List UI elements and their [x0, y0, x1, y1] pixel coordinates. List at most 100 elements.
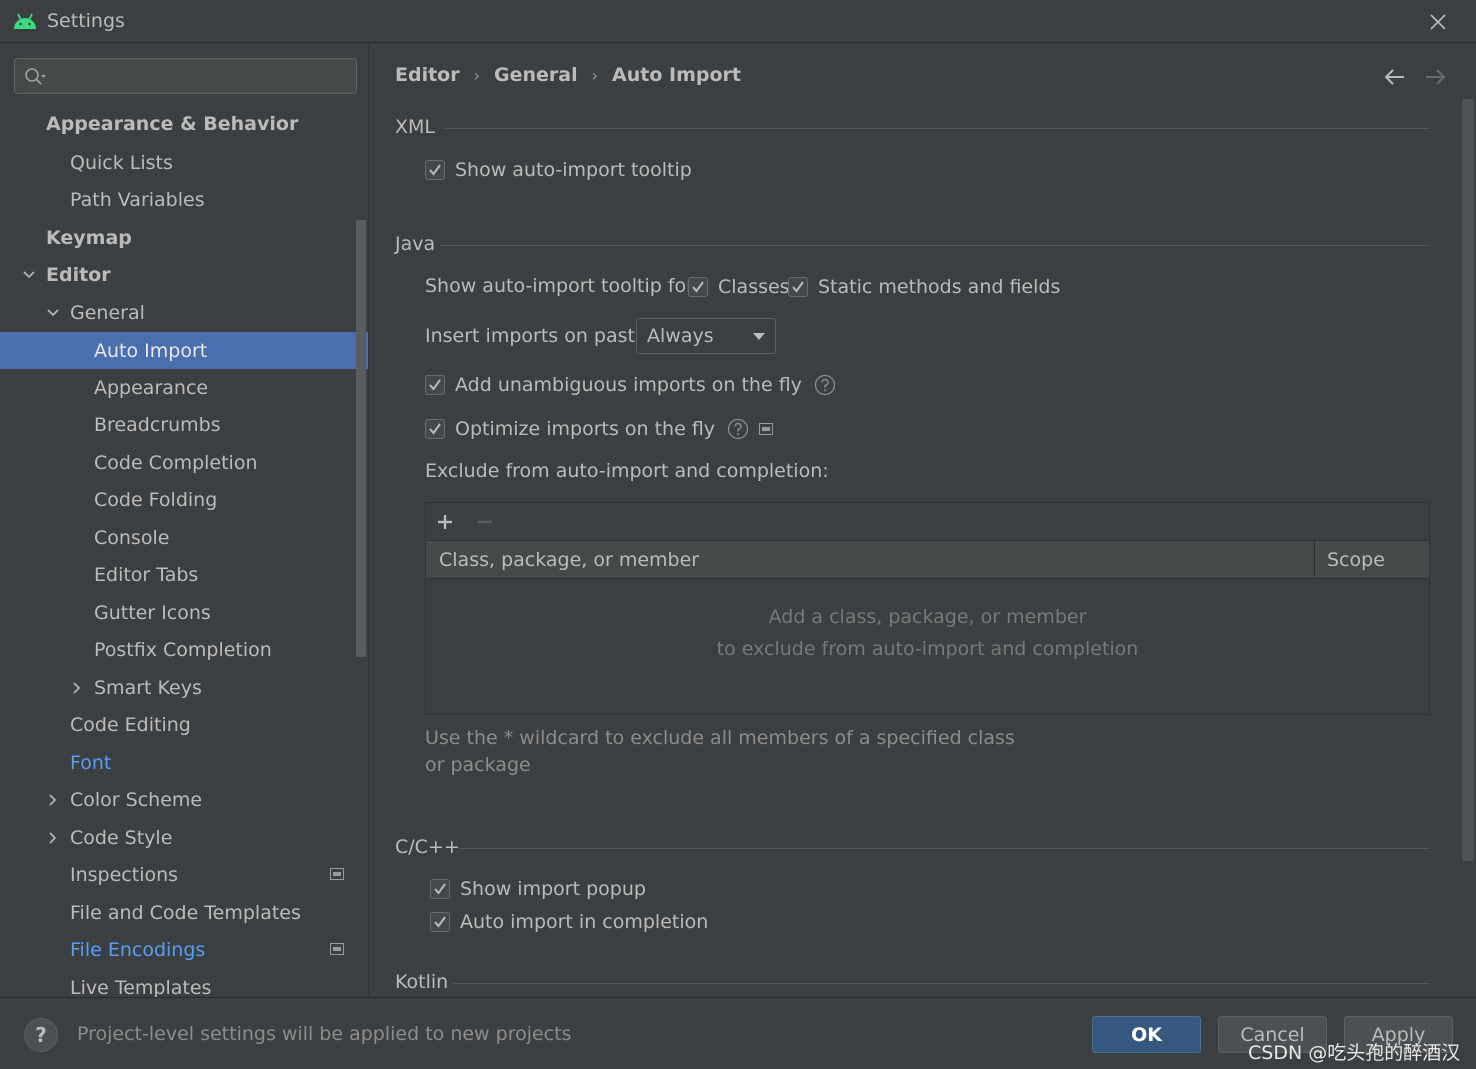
checkbox-checked[interactable]	[430, 912, 450, 932]
sidebar-item-label: Code Folding	[94, 488, 218, 511]
checkbox-label: Optimize imports on the fly	[455, 418, 716, 440]
chevron-down-icon[interactable]	[46, 306, 60, 320]
android-logo-icon	[14, 13, 36, 29]
sidebar-item-gutter-icons[interactable]: Gutter Icons	[0, 594, 368, 631]
sidebar-item-label: General	[70, 301, 145, 324]
optimize-imports-checkbox[interactable]: Optimize imports on the fly	[425, 418, 774, 440]
dialog-footer: ? Project-level settings will be applied…	[0, 997, 1476, 1069]
help-icon[interactable]	[814, 374, 836, 396]
sidebar-item-editor[interactable]: Editor	[0, 256, 368, 293]
apply-button[interactable]: Apply	[1344, 1016, 1453, 1053]
sidebar-item-file-encodings[interactable]: File Encodings	[0, 931, 368, 968]
sidebar-item-keymap[interactable]: Keymap	[0, 219, 368, 256]
sidebar-item-live-templates[interactable]: Live Templates	[0, 969, 368, 998]
checkmark-icon	[792, 281, 804, 293]
dropdown-arrow-icon	[753, 333, 765, 340]
auto-import-completion-checkbox[interactable]: Auto import in completion	[430, 911, 708, 933]
breadcrumb-editor[interactable]: Editor	[395, 64, 460, 86]
sidebar-item-breadcrumbs[interactable]: Breadcrumbs	[0, 406, 368, 443]
help-button[interactable]: ?	[24, 1018, 58, 1052]
sidebar-item-label: Code Completion	[94, 451, 258, 474]
sidebar-item-label: Font	[70, 751, 112, 774]
checkmark-icon	[429, 164, 441, 176]
sidebar-item-general[interactable]: General	[0, 294, 368, 331]
checkbox-checked[interactable]	[425, 375, 445, 395]
insert-on-paste-dropdown[interactable]: Always	[636, 318, 776, 354]
sidebar-item-font[interactable]: Font	[0, 744, 368, 781]
sidebar-item-smart-keys[interactable]: Smart Keys	[0, 669, 368, 706]
sidebar-item-color-scheme[interactable]: Color Scheme	[0, 781, 368, 818]
project-scope-icon	[330, 943, 344, 955]
checkbox-label: Show auto-import tooltip	[455, 159, 692, 181]
sidebar-item-label: Color Scheme	[70, 788, 203, 811]
checkbox-label: Static methods and fields	[818, 276, 1061, 298]
help-icon[interactable]	[727, 418, 749, 440]
sidebar-item-editor-tabs[interactable]: Editor Tabs	[0, 556, 368, 593]
sidebar-item-appearance-behavior[interactable]: Appearance & Behavior	[0, 105, 368, 142]
sidebar-item-appearance[interactable]: Appearance	[0, 369, 368, 406]
sidebar-item-path-variables[interactable]: Path Variables	[0, 181, 368, 218]
checkbox-checked[interactable]	[788, 277, 808, 297]
checkmark-icon	[692, 281, 704, 293]
checkbox-checked[interactable]	[425, 419, 445, 439]
sidebar-item-label: File and Code Templates	[70, 901, 301, 924]
chevron-right-icon[interactable]	[70, 681, 84, 695]
dropdown-value: Always	[647, 325, 714, 347]
ok-button[interactable]: OK	[1092, 1016, 1201, 1053]
remove-icon	[478, 520, 492, 524]
checkbox-checked[interactable]	[688, 277, 708, 297]
breadcrumb-separator: ›	[473, 65, 481, 85]
sidebar-item-label: File Encodings	[70, 938, 206, 961]
checkmark-icon	[434, 916, 446, 928]
breadcrumb-general[interactable]: General	[494, 64, 578, 86]
checkbox-checked[interactable]	[430, 879, 450, 899]
chevron-down-icon[interactable]	[22, 268, 36, 282]
show-import-popup-checkbox[interactable]: Show import popup	[430, 878, 646, 900]
sidebar-item-label: Path Variables	[70, 188, 205, 211]
sidebar-item-quick-lists[interactable]: Quick Lists	[0, 144, 368, 181]
chevron-right-icon[interactable]	[46, 793, 60, 807]
footer-note: Project-level settings will be applied t…	[77, 1023, 572, 1045]
content-scrollbar[interactable]	[1462, 99, 1474, 861]
sidebar-item-code-editing[interactable]: Code Editing	[0, 706, 368, 743]
empty-table-text: to exclude from auto-import and completi…	[716, 638, 1139, 660]
sidebar-item-postfix-completion[interactable]: Postfix Completion	[0, 631, 368, 668]
sidebar-item-code-style[interactable]: Code Style	[0, 819, 368, 856]
sidebar-item-code-completion[interactable]: Code Completion	[0, 444, 368, 481]
exclude-label: Exclude from auto-import and completion:	[425, 460, 829, 482]
close-window-button[interactable]	[1424, 8, 1452, 36]
chevron-right-icon[interactable]	[46, 831, 60, 845]
sidebar-item-console[interactable]: Console	[0, 519, 368, 556]
xml-show-tooltip-checkbox[interactable]: Show auto-import tooltip	[425, 159, 692, 181]
sidebar-item-file-code-templates[interactable]: File and Code Templates	[0, 894, 368, 931]
back-arrow-icon[interactable]	[1382, 66, 1408, 88]
section-divider	[440, 245, 1430, 246]
java-classes-checkbox[interactable]: Classes	[688, 276, 790, 298]
java-static-methods-checkbox[interactable]: Static methods and fields	[788, 276, 1060, 298]
add-icon[interactable]	[434, 511, 456, 533]
search-icon	[25, 68, 46, 85]
settings-search-input[interactable]	[55, 63, 345, 89]
cancel-button[interactable]: Cancel	[1218, 1016, 1327, 1053]
help-icon: ?	[35, 1023, 47, 1047]
title-bar: Settings	[0, 0, 1476, 43]
sidebar-item-label: Gutter Icons	[94, 601, 211, 624]
add-unambiguous-checkbox[interactable]: Add unambiguous imports on the fly	[425, 374, 836, 396]
sidebar-scrollbar[interactable]	[356, 220, 366, 657]
sidebar-item-label: Appearance	[94, 376, 209, 399]
tooltip-for-label: Show auto-import tooltip for:	[425, 275, 701, 297]
sidebar-item-code-folding[interactable]: Code Folding	[0, 481, 368, 518]
forward-arrow-icon[interactable]	[1422, 66, 1448, 88]
checkbox-checked[interactable]	[425, 160, 445, 180]
kotlin-section-title: Kotlin	[395, 971, 449, 993]
sidebar-item-label: Smart Keys	[94, 676, 202, 699]
settings-search[interactable]	[14, 58, 357, 94]
column-header-scope[interactable]: Scope	[1327, 549, 1385, 571]
sidebar-item-label: Keymap	[46, 226, 132, 249]
column-divider[interactable]	[1314, 541, 1315, 579]
breadcrumb-separator: ›	[591, 65, 599, 85]
column-header-name[interactable]: Class, package, or member	[439, 549, 699, 571]
sidebar-item-inspections[interactable]: Inspections	[0, 856, 368, 893]
sidebar-item-auto-import[interactable]: Auto Import	[0, 332, 368, 369]
checkbox-label: Classes	[718, 276, 790, 298]
